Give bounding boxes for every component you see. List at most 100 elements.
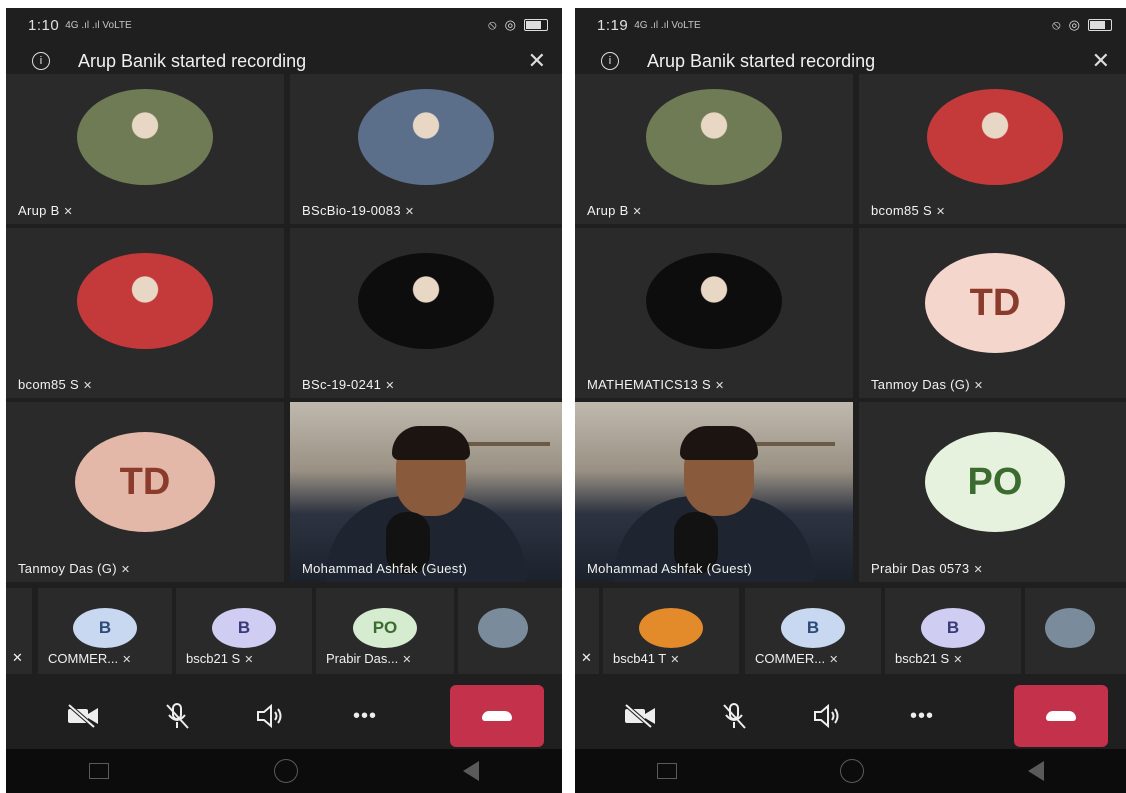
battery-icon [524, 19, 548, 31]
participant-tile[interactable]: PO Prabir Das 0573 ✕ [859, 402, 1126, 582]
phone-screen-left: 1:10 4G .ıl .ıl VoLTE ⦸ ◎ i Arup Banik s… [6, 8, 562, 793]
end-call-button[interactable] [450, 685, 544, 747]
back-icon[interactable] [463, 761, 480, 781]
close-icon[interactable]: ✕ [528, 48, 546, 74]
participant-initials-avatar: B [73, 608, 137, 648]
participant-strip-item[interactable]: Bbscb21 S ✕ [885, 588, 1021, 674]
status-bar: 1:19 4G .ıl .ıl VoLTE ⦸ ◎ [575, 8, 1126, 42]
participant-name-text: COMMER... [48, 651, 119, 666]
call-controls: ••• [575, 680, 1126, 752]
recent-apps-icon[interactable] [88, 763, 109, 779]
participant-name-text: BSc-19-0241 [302, 377, 382, 392]
participant-initials-avatar: TD [925, 253, 1065, 353]
participant-name-text: Mohammad Ashfak (Guest) [302, 561, 468, 576]
participant-tile[interactable]: BSc-19-0241 ✕ [290, 228, 562, 398]
muted-mic-icon: ✕ [402, 654, 412, 666]
participant-strip-item[interactable] [1025, 588, 1126, 674]
camera-off-button[interactable] [593, 686, 687, 746]
participant-tile[interactable]: bcom85 S ✕ [6, 228, 284, 398]
muted-mic-icon: ✕ [953, 654, 963, 666]
system-nav-bar [6, 749, 562, 793]
vibrate-icon: ⦸ [1052, 17, 1061, 32]
status-time: 1:10 [28, 16, 60, 34]
participant-name-text: bscb21 S [186, 651, 241, 666]
participant-name: bscb21 S ✕ [186, 651, 253, 666]
alarm-icon: ◎ [1068, 17, 1080, 32]
vibrate-icon: ⦸ [488, 17, 497, 32]
recent-apps-icon[interactable] [656, 763, 677, 779]
more-options-button[interactable]: ••• [318, 686, 412, 746]
participant-name: bcom85 S ✕ [871, 203, 945, 218]
muted-mic-icon: ✕ [12, 650, 23, 665]
participant-tile[interactable]: TD Tanmoy Das (G) ✕ [859, 228, 1126, 398]
home-icon[interactable] [840, 759, 865, 783]
more-icon: ••• [352, 704, 377, 727]
muted-mic-icon: ✕ [82, 380, 93, 392]
participant-strip-item[interactable]: B COMMER... ✕ [745, 588, 881, 674]
speaker-button[interactable] [781, 686, 875, 746]
camera-off-button[interactable] [36, 686, 130, 746]
participant-avatar [646, 89, 782, 185]
participant-strip-item[interactable]: ✕ [575, 588, 599, 674]
participant-strip-item[interactable]: ✕ [6, 588, 32, 674]
participant-initials-avatar: B [781, 608, 845, 648]
info-icon: i [32, 52, 50, 70]
participant-avatar [358, 89, 494, 185]
participant-name: bcom85 S ✕ [18, 377, 92, 392]
participant-avatar [646, 253, 782, 349]
camera-off-icon [624, 703, 655, 729]
participant-name: COMMER... ✕ [48, 651, 131, 666]
muted-mic-icon: ✕ [973, 380, 984, 392]
speaker-button[interactable] [224, 686, 318, 746]
participant-tile[interactable]: Arup B ✕ [6, 74, 284, 224]
end-call-icon [1046, 711, 1076, 721]
camera-off-icon [67, 703, 98, 729]
participant-name: Prabir Das... ✕ [326, 651, 411, 666]
participant-avatar [927, 89, 1063, 185]
participant-strip-item[interactable] [458, 588, 562, 674]
participant-tile[interactable]: Mohammad Ashfak (Guest) [290, 402, 562, 582]
participant-strip-item[interactable]: bscb41 T ✕ [603, 588, 739, 674]
participant-name-text: Prabir Das... [326, 651, 399, 666]
mic-off-button[interactable] [687, 686, 781, 746]
participant-tile[interactable]: MATHEMATICS13 S ✕ [575, 228, 853, 398]
participant-name-text: COMMER... [755, 651, 826, 666]
participant-name-text: BScBio-19-0083 [302, 203, 401, 218]
participant-initials-avatar: TD [75, 432, 215, 532]
mic-off-button[interactable] [130, 686, 224, 746]
participant-name: Arup B ✕ [18, 203, 73, 218]
participant-name: Prabir Das 0573 ✕ [871, 561, 983, 576]
participant-avatar [1045, 608, 1095, 648]
participant-name: Mohammad Ashfak (Guest) [302, 561, 467, 576]
muted-mic-icon: ✕ [385, 380, 395, 392]
signal-indicator: 4G .ıl .ıl VoLTE [65, 19, 132, 31]
participant-strip-item[interactable]: PO Prabir Das... ✕ [316, 588, 454, 674]
participant-avatar [358, 253, 494, 349]
muted-mic-icon: ✕ [632, 206, 643, 218]
participant-name-text: bscb21 S [895, 651, 950, 666]
participant-tile[interactable]: bcom85 S ✕ [859, 74, 1126, 224]
participant-name-text: bscb41 T [613, 651, 667, 666]
back-icon[interactable] [1028, 761, 1045, 781]
status-bar: 1:10 4G .ıl .ıl VoLTE ⦸ ◎ [6, 8, 562, 42]
muted-mic-icon: ✕ [63, 206, 74, 218]
participant-strip-item[interactable]: B COMMER... ✕ [38, 588, 172, 674]
end-call-icon [482, 711, 512, 721]
signal-indicator: 4G .ıl .ıl VoLTE [634, 19, 701, 31]
system-nav-bar [575, 749, 1126, 793]
participant-strip-item[interactable]: Bbscb21 S ✕ [176, 588, 312, 674]
participant-tile[interactable]: Arup B ✕ [575, 74, 853, 224]
call-controls: ••• [6, 680, 562, 752]
participant-tile[interactable]: Mohammad Ashfak (Guest) [575, 402, 853, 582]
close-icon[interactable]: ✕ [1092, 48, 1110, 74]
muted-mic-icon: ✕ [404, 206, 415, 218]
end-call-button[interactable] [1014, 685, 1108, 747]
participant-tile[interactable]: BScBio-19-0083 ✕ [290, 74, 562, 224]
participant-name-text: Mohammad Ashfak (Guest) [587, 561, 753, 576]
participant-name-text: Tanmoy Das (G) [18, 561, 117, 576]
more-options-button[interactable]: ••• [875, 686, 969, 746]
participant-name: BSc-19-0241 ✕ [302, 377, 395, 392]
recording-banner: i Arup Banik started recording ✕ [575, 46, 1126, 76]
home-icon[interactable] [273, 759, 298, 783]
participant-tile[interactable]: TD Tanmoy Das (G) ✕ [6, 402, 284, 582]
